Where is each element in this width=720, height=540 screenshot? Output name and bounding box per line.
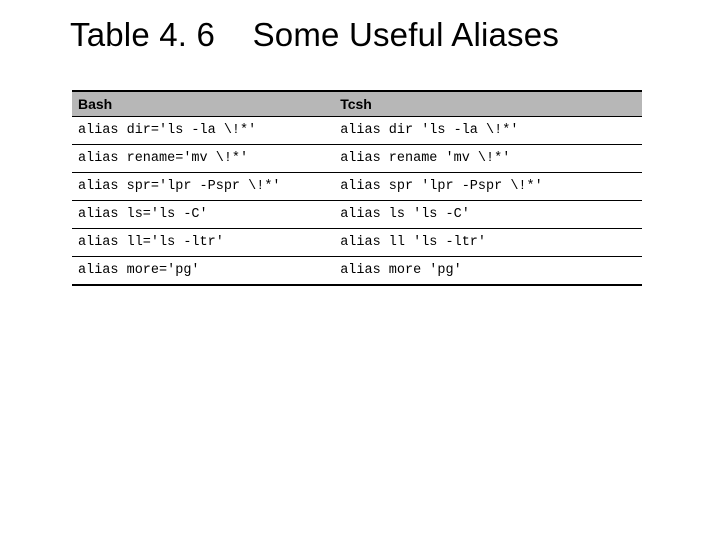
cell-tcsh: alias ls 'ls -C' (334, 201, 642, 229)
table-row: alias ls='ls -C' alias ls 'ls -C' (72, 201, 642, 229)
cell-tcsh: alias ll 'ls -ltr' (334, 229, 642, 257)
aliases-table: Bash Tcsh alias dir='ls -la \!*' alias d… (72, 90, 642, 286)
cell-bash: alias dir='ls -la \!*' (72, 117, 334, 145)
header-bash: Bash (72, 91, 334, 117)
cell-tcsh: alias more 'pg' (334, 257, 642, 286)
cell-bash: alias ll='ls -ltr' (72, 229, 334, 257)
cell-tcsh: alias rename 'mv \!*' (334, 145, 642, 173)
cell-tcsh: alias dir 'ls -la \!*' (334, 117, 642, 145)
cell-bash: alias rename='mv \!*' (72, 145, 334, 173)
slide-page: Table 4. 6 Some Useful Aliases Bash Tcsh… (0, 0, 720, 540)
table-row: alias rename='mv \!*' alias rename 'mv \… (72, 145, 642, 173)
cell-bash: alias ls='ls -C' (72, 201, 334, 229)
aliases-table-wrap: Bash Tcsh alias dir='ls -la \!*' alias d… (72, 90, 642, 286)
table-header-row: Bash Tcsh (72, 91, 642, 117)
table-row: alias spr='lpr -Pspr \!*' alias spr 'lpr… (72, 173, 642, 201)
table-row: alias ll='ls -ltr' alias ll 'ls -ltr' (72, 229, 642, 257)
cell-bash: alias spr='lpr -Pspr \!*' (72, 173, 334, 201)
table-row: alias more='pg' alias more 'pg' (72, 257, 642, 286)
cell-tcsh: alias spr 'lpr -Pspr \!*' (334, 173, 642, 201)
header-tcsh: Tcsh (334, 91, 642, 117)
cell-bash: alias more='pg' (72, 257, 334, 286)
table-row: alias dir='ls -la \!*' alias dir 'ls -la… (72, 117, 642, 145)
table-title: Table 4. 6 Some Useful Aliases (70, 16, 559, 54)
